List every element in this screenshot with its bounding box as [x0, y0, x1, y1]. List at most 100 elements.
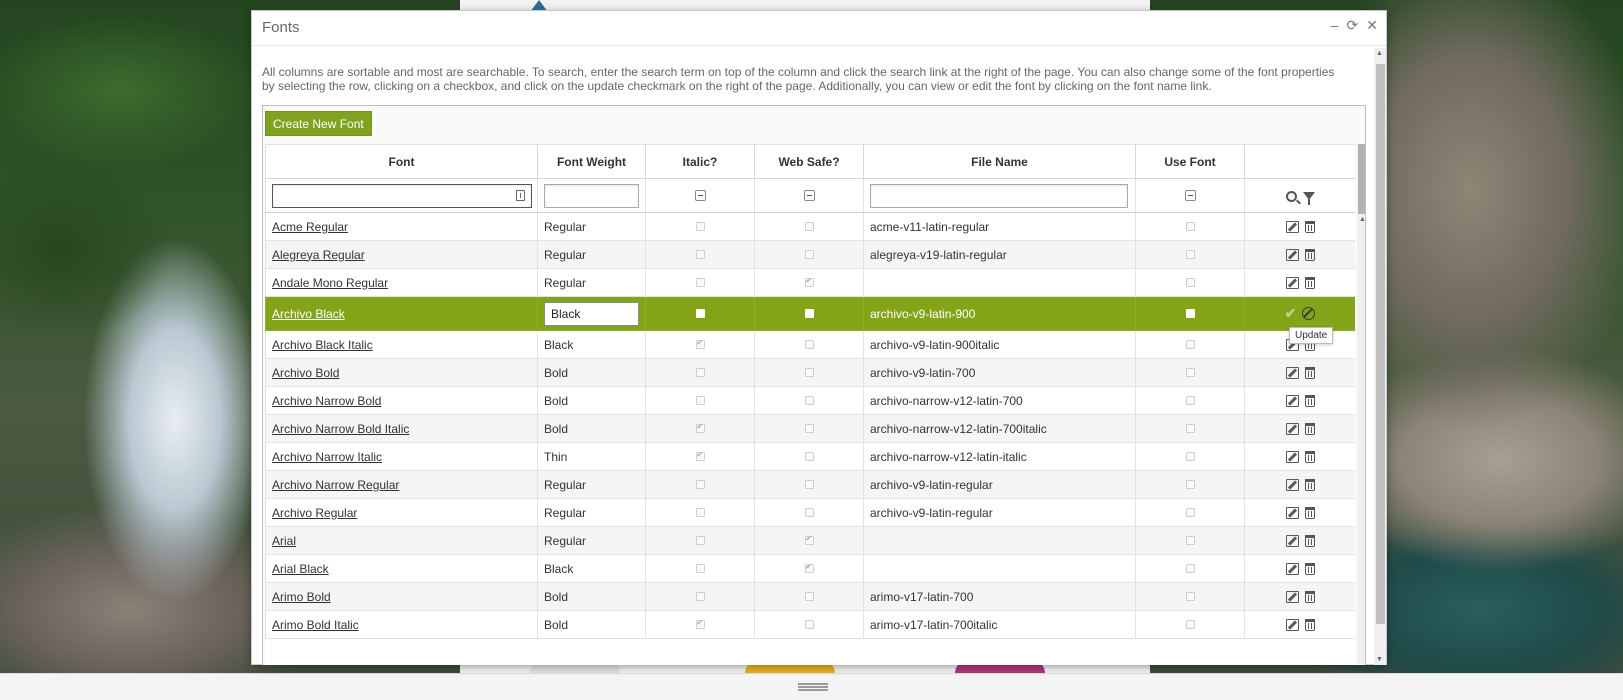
- font-name-link[interactable]: Archivo Black: [272, 307, 345, 321]
- italic-checkbox[interactable]: [695, 250, 705, 259]
- column-header-use-font[interactable]: Use Font: [1135, 144, 1245, 179]
- use-font-checkbox[interactable]: [1185, 250, 1195, 259]
- use-font-checkbox[interactable]: [1185, 452, 1195, 461]
- font-name-link[interactable]: Arimo Bold Italic: [272, 618, 359, 632]
- trash-icon[interactable]: [1304, 277, 1315, 290]
- web-safe-checkbox[interactable]: [804, 452, 814, 461]
- web-safe-checkbox[interactable]: [804, 309, 814, 318]
- close-icon[interactable]: ✕: [1366, 17, 1378, 33]
- font-weight-edit-input[interactable]: Black: [544, 301, 639, 326]
- web-safe-checkbox[interactable]: [804, 508, 814, 517]
- use-font-checkbox[interactable]: [1185, 480, 1195, 489]
- table-row[interactable]: Acme Regular Regular acme-v11-latin-regula…: [265, 212, 1355, 241]
- search-icon[interactable]: [1285, 190, 1297, 202]
- table-row[interactable]: Arial Black Black: [265, 554, 1355, 583]
- italic-checkbox[interactable]: [695, 278, 705, 287]
- column-header-web-safe[interactable]: Web Safe?: [754, 144, 864, 179]
- table-row[interactable]: Andale Mono Regular Regular: [265, 268, 1355, 297]
- file-name-search-input[interactable]: [870, 183, 1128, 208]
- table-row[interactable]: Archivo Black Italic Black archivo-v9-lati…: [265, 330, 1355, 359]
- table-row[interactable]: Arimo Bold Italic Bold arimo-v17-latin-700…: [265, 610, 1355, 639]
- web-safe-checkbox[interactable]: [804, 562, 814, 573]
- use-font-checkbox[interactable]: [1185, 222, 1195, 231]
- table-row[interactable]: Archivo Bold Bold archivo-v9-latin-700: [265, 358, 1355, 387]
- table-row-selected[interactable]: Archivo Black Black archivo-v9-latin-900 ✔: [265, 296, 1355, 331]
- trash-icon[interactable]: [1304, 367, 1315, 380]
- table-row[interactable]: Archivo Narrow Bold Italic Bold archivo-na…: [265, 414, 1355, 443]
- font-search-input[interactable]: [272, 183, 532, 208]
- trash-icon[interactable]: [1304, 395, 1315, 408]
- font-name-link[interactable]: Archivo Regular: [272, 506, 357, 520]
- table-row[interactable]: Alegreya Regular Regular alegreya-v19-lati…: [265, 240, 1355, 269]
- trash-icon[interactable]: [1304, 249, 1315, 262]
- clear-input-icon[interactable]: [516, 189, 525, 201]
- trash-icon[interactable]: [1304, 535, 1315, 548]
- font-name-link[interactable]: Archivo Narrow Italic: [272, 450, 382, 464]
- table-row[interactable]: Arimo Bold Bold arimo-v17-latin-700: [265, 582, 1355, 611]
- web-safe-checkbox[interactable]: [804, 396, 814, 405]
- edit-icon[interactable]: [1285, 395, 1299, 408]
- web-safe-checkbox[interactable]: [804, 592, 814, 601]
- trash-icon[interactable]: [1304, 221, 1315, 234]
- use-font-checkbox[interactable]: [1185, 536, 1195, 545]
- font-name-link[interactable]: Alegreya Regular: [272, 248, 365, 262]
- grid-scrollbar[interactable]: ▲: [1357, 144, 1365, 664]
- use-font-checkbox[interactable]: [1185, 309, 1195, 318]
- edit-icon[interactable]: [1285, 535, 1299, 548]
- italic-checkbox[interactable]: [695, 480, 705, 489]
- scroll-down-icon[interactable]: ▼: [1376, 656, 1383, 663]
- italic-checkbox[interactable]: [695, 592, 705, 601]
- create-new-font-button[interactable]: Create New Font: [265, 111, 372, 136]
- web-safe-checkbox[interactable]: [804, 480, 814, 489]
- use-font-checkbox[interactable]: [1185, 368, 1195, 377]
- trash-icon[interactable]: [1304, 591, 1315, 604]
- web-safe-checkbox[interactable]: [804, 620, 814, 629]
- font-name-link[interactable]: Andale Mono Regular: [272, 276, 388, 290]
- table-row[interactable]: Arial Regular: [265, 526, 1355, 555]
- grid-scrollbar-thumb[interactable]: [1358, 144, 1365, 214]
- trash-icon[interactable]: [1304, 563, 1315, 576]
- trash-icon[interactable]: [1304, 507, 1315, 520]
- font-name-link[interactable]: Archivo Narrow Regular: [272, 478, 399, 492]
- font-name-link[interactable]: Archivo Bold: [272, 366, 339, 380]
- trash-icon[interactable]: [1304, 423, 1315, 436]
- edit-icon[interactable]: [1285, 451, 1299, 464]
- web-safe-filter-checkbox[interactable]: [803, 190, 815, 201]
- web-safe-checkbox[interactable]: [804, 340, 814, 349]
- italic-checkbox[interactable]: [695, 338, 705, 349]
- italic-checkbox[interactable]: [695, 309, 705, 318]
- use-font-checkbox[interactable]: [1185, 396, 1195, 405]
- edit-icon[interactable]: [1285, 249, 1299, 262]
- use-font-checkbox[interactable]: [1185, 508, 1195, 517]
- italic-checkbox[interactable]: [695, 536, 705, 545]
- edit-icon[interactable]: [1285, 423, 1299, 436]
- use-font-checkbox[interactable]: [1185, 278, 1195, 287]
- trash-icon[interactable]: [1304, 479, 1315, 492]
- italic-checkbox[interactable]: [695, 368, 705, 377]
- scrollbar-thumb[interactable]: [1376, 64, 1385, 624]
- web-safe-checkbox[interactable]: [804, 534, 814, 545]
- edit-icon[interactable]: [1285, 507, 1299, 520]
- table-row[interactable]: Archivo Regular Regular archivo-v9-latin-r…: [265, 498, 1355, 527]
- edit-icon[interactable]: [1285, 591, 1299, 604]
- edit-icon[interactable]: [1285, 277, 1299, 290]
- italic-checkbox[interactable]: [695, 450, 705, 461]
- restore-icon[interactable]: ⟳: [1347, 17, 1359, 33]
- italic-checkbox[interactable]: [695, 222, 705, 231]
- edit-icon[interactable]: [1285, 479, 1299, 492]
- italic-checkbox[interactable]: [695, 508, 705, 517]
- filter-icon[interactable]: [1302, 192, 1315, 206]
- cancel-icon[interactable]: [1302, 307, 1316, 320]
- use-font-checkbox[interactable]: [1185, 340, 1195, 349]
- use-font-checkbox[interactable]: [1185, 592, 1195, 601]
- table-row[interactable]: Archivo Narrow Regular Regular archivo-v9-…: [265, 470, 1355, 499]
- font-name-link[interactable]: Arial: [272, 534, 296, 548]
- web-safe-checkbox[interactable]: [804, 424, 814, 433]
- grid-scroll-up-icon[interactable]: ▲: [1359, 216, 1365, 223]
- edit-icon[interactable]: [1285, 619, 1299, 632]
- use-font-checkbox[interactable]: [1185, 564, 1195, 573]
- use-font-checkbox[interactable]: [1185, 424, 1195, 433]
- dialog-scrollbar[interactable]: ▲ ▼: [1374, 48, 1386, 665]
- edit-icon[interactable]: [1285, 221, 1299, 234]
- edit-icon[interactable]: [1285, 367, 1299, 380]
